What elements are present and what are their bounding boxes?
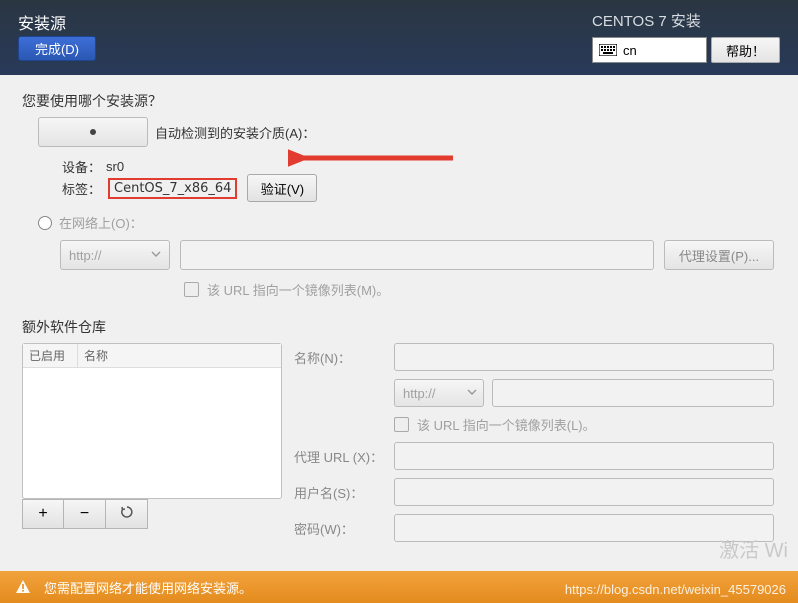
repo-name-label: 名称(N)：: [294, 348, 394, 367]
repo-protocol-value: http://: [403, 386, 436, 401]
done-button[interactable]: 完成(D): [18, 36, 96, 61]
label-value: CentOS_7_x86_64: [108, 178, 237, 199]
proxy-settings-button[interactable]: 代理设置(P)...: [664, 240, 774, 270]
repo-add-button[interactable]: +: [22, 499, 64, 529]
protocol-value: http://: [69, 248, 102, 263]
reload-icon: [120, 505, 134, 519]
footer-warning-text: 您需配置网络才能使用网络安装源。: [44, 578, 252, 597]
extra-repos-title: 额外软件仓库: [22, 317, 774, 337]
chevron-down-icon: [467, 387, 477, 397]
keyboard-layout-selector[interactable]: cn: [592, 37, 707, 63]
repo-name-input[interactable]: [394, 343, 774, 371]
radio-network-label: 在网络上(O)：: [59, 213, 143, 232]
page-title: 安装源: [18, 10, 66, 34]
footer-url: https://blog.csdn.net/weixin_45579026: [565, 582, 786, 597]
radio-auto-media-label: 自动检测到的安装介质(A)：: [155, 123, 315, 142]
repo-proxy-label: 代理 URL (X)：: [294, 447, 394, 466]
repo-list[interactable]: 已启用 名称: [22, 343, 282, 499]
repo-remove-button[interactable]: −: [64, 499, 106, 529]
device-key: 设备：: [62, 157, 106, 176]
repo-mirror-label: 该 URL 指向一个镜像列表(L)。: [417, 415, 596, 434]
chevron-down-icon: [151, 249, 161, 259]
repo-user-label: 用户名(S)：: [294, 483, 394, 502]
help-button[interactable]: 帮助！: [711, 37, 780, 63]
radio-network[interactable]: [38, 216, 52, 230]
mirror-list-checkbox[interactable]: [184, 282, 199, 297]
url-input[interactable]: [180, 240, 654, 270]
mirror-list-label: 该 URL 指向一个镜像列表(M)。: [207, 280, 389, 299]
repo-mirror-checkbox[interactable]: [394, 417, 409, 432]
repo-reload-button[interactable]: [106, 499, 148, 529]
installer-subtitle: CENTOS 7 安装: [592, 10, 780, 31]
repo-pass-input[interactable]: [394, 514, 774, 542]
warning-icon: [14, 578, 32, 596]
repo-pass-label: 密码(W)：: [294, 519, 394, 538]
protocol-select[interactable]: http://: [60, 240, 170, 270]
source-question: 您要使用哪个安装源？: [22, 91, 774, 111]
repo-user-input[interactable]: [394, 478, 774, 506]
radio-auto-media[interactable]: [38, 117, 148, 147]
repo-col-enabled: 已启用: [23, 344, 78, 367]
repo-url-input[interactable]: [492, 379, 774, 407]
device-value: sr0: [106, 159, 124, 174]
verify-button[interactable]: 验证(V): [247, 174, 317, 202]
repo-proxy-input[interactable]: [394, 442, 774, 470]
repo-col-name: 名称: [78, 347, 108, 364]
keyboard-layout-label: cn: [623, 43, 637, 58]
keyboard-icon: [599, 44, 617, 56]
repo-protocol-select[interactable]: http://: [394, 379, 484, 407]
label-key: 标签：: [62, 179, 106, 198]
